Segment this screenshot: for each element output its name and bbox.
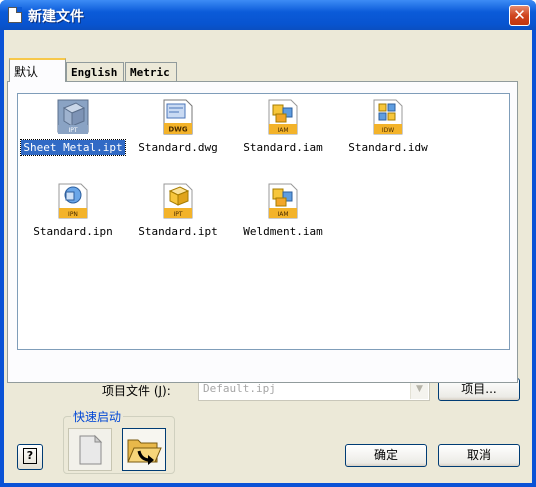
project-label-end: ): <box>162 384 171 398</box>
help-button[interactable]: ? <box>17 444 43 470</box>
cancel-button[interactable]: 取消 <box>438 444 520 467</box>
help-icon: ? <box>23 448 37 464</box>
presentation-icon: IPN <box>58 183 88 219</box>
document-icon <box>8 7 22 23</box>
list-item[interactable]: IPT Standard.ipt <box>123 182 233 252</box>
blank-document-icon <box>79 434 103 465</box>
tab-label: Metric <box>130 66 170 79</box>
list-item[interactable]: IDW Standard.idw <box>333 98 443 168</box>
project-file-label: 项目文件 (J): <box>102 382 171 399</box>
project-label-text: 项目文件 ( <box>102 384 159 398</box>
sheet-metal-part-icon: IPT <box>57 99 89 134</box>
open-file-button[interactable] <box>122 428 166 471</box>
list-item[interactable]: IAM Standard.iam <box>228 98 338 168</box>
svg-text:IPT: IPT <box>68 127 77 134</box>
list-item[interactable]: DWG Standard.dwg <box>123 98 233 168</box>
list-item[interactable]: IPN Standard.ipn <box>18 182 128 252</box>
quick-launch-label: 快速启动 <box>71 408 124 425</box>
weldment-icon: IAM <box>268 183 298 219</box>
file-name-text: Sheet Metal.ipt <box>20 139 126 156</box>
new-blank-button[interactable] <box>68 428 112 471</box>
svg-text:IAM: IAM <box>277 127 288 134</box>
file-name: Sheet Metal.ipt <box>18 139 128 156</box>
tab-label: 默认 <box>14 65 39 79</box>
open-folder-icon <box>127 439 162 465</box>
part-icon: IPT <box>163 183 193 219</box>
assembly-icon: IAM <box>268 99 298 135</box>
file-name: Weldment.iam <box>243 225 323 238</box>
file-name: Standard.idw <box>348 141 428 154</box>
svg-text:IAM: IAM <box>277 211 288 218</box>
tab-default[interactable]: 默认 <box>9 58 66 82</box>
drawing-dwg-icon: DWG <box>163 99 193 135</box>
template-list[interactable]: IPT Sheet Metal.ipt DWG Standard.dwg IAM… <box>17 93 510 350</box>
drawing-idw-icon: IDW <box>373 99 403 135</box>
svg-text:IPT: IPT <box>173 211 182 218</box>
file-name: Standard.ipt <box>138 225 218 238</box>
list-item[interactable]: IPT Sheet Metal.ipt <box>18 98 128 168</box>
window-title: 新建文件 <box>28 9 84 25</box>
file-name: Standard.dwg <box>138 141 218 154</box>
svg-text:IPN: IPN <box>68 211 78 218</box>
file-name: Standard.ipn <box>33 225 113 238</box>
list-item[interactable]: IAM Weldment.iam <box>228 182 338 252</box>
ok-button[interactable]: 确定 <box>345 444 427 467</box>
tab-label: English <box>71 66 118 79</box>
title-bar[interactable]: 新建文件 ✕ <box>0 0 536 30</box>
close-button[interactable]: ✕ <box>509 5 530 26</box>
tab-english[interactable]: English <box>66 62 124 82</box>
svg-text:IDW: IDW <box>382 127 394 134</box>
file-name: Standard.iam <box>243 141 323 154</box>
svg-text:DWG: DWG <box>168 126 188 134</box>
project-file-value: Default.ipj <box>203 382 276 395</box>
tab-metric[interactable]: Metric <box>125 62 177 82</box>
